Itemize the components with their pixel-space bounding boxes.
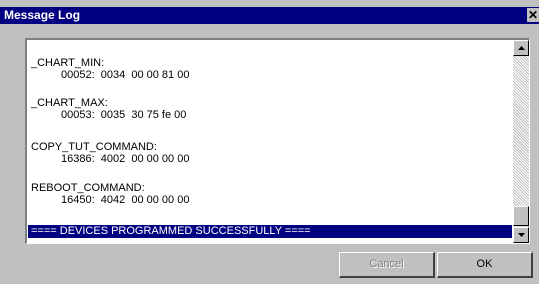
log-entry-name: REBOOT_COMMAND:	[31, 182, 145, 194]
log-entry-value: 16450: 4042 00 00 00 00	[61, 194, 190, 206]
log-entry-name: COPY_TUT_COMMAND:	[31, 141, 157, 153]
message-log-dialog: Message Log ✕ _CHART_MIN: 00052: 0034 00…	[0, 0, 539, 284]
close-icon[interactable]: ✕	[527, 8, 539, 22]
scroll-up-button[interactable]	[513, 40, 529, 56]
log-entry-name: _CHART_MIN:	[31, 57, 105, 69]
cancel-button[interactable]: Cancel	[339, 252, 435, 278]
title-bar[interactable]: Message Log ✕	[0, 7, 539, 24]
log-entry-value: 00052: 0034 00 00 81 00	[61, 69, 190, 81]
scroll-thumb[interactable]	[513, 206, 529, 226]
ok-button[interactable]: OK	[437, 252, 533, 278]
log-content: _CHART_MIN: 00052: 0034 00 00 81 00 _CHA…	[27, 40, 513, 243]
scroll-down-button[interactable]	[513, 227, 529, 243]
window-title: Message Log	[4, 8, 81, 22]
log-entry-value: 00053: 0035 30 75 fe 00	[61, 109, 187, 121]
status-line-selected[interactable]: ==== DEVICES PROGRAMMED SUCCESSFULLY ===…	[28, 225, 512, 238]
arrow-down-icon	[518, 233, 525, 237]
log-entry-name: _CHART_MAX:	[31, 97, 108, 109]
log-entry-value: 16386: 4002 00 00 00 00	[61, 153, 190, 165]
vertical-scrollbar[interactable]	[513, 40, 529, 243]
message-log-list[interactable]: _CHART_MIN: 00052: 0034 00 00 81 00 _CHA…	[25, 38, 530, 244]
arrow-up-icon	[518, 46, 525, 50]
